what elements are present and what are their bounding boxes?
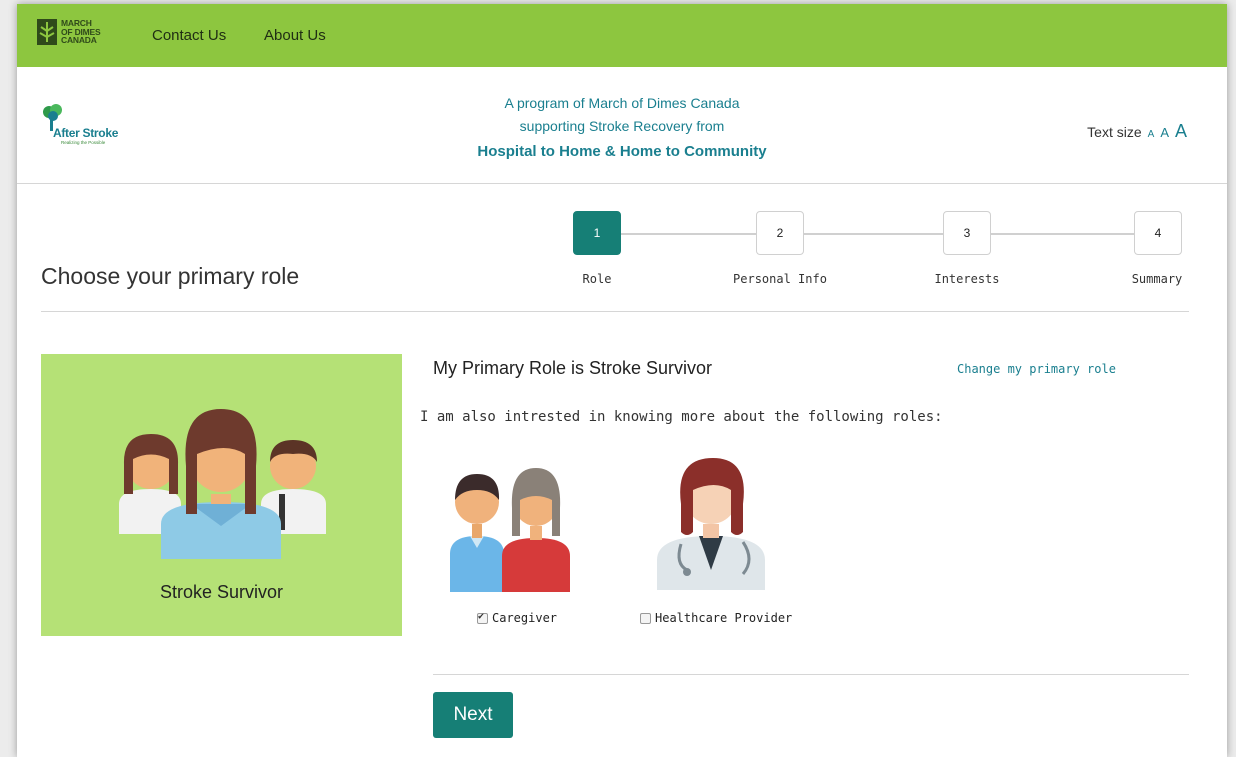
after-stroke-logo[interactable]: After Stroke Realizing the Possible xyxy=(39,103,149,149)
divider-bottom xyxy=(433,674,1189,675)
caregiver-checkbox[interactable] xyxy=(477,611,488,624)
site-header: After Stroke Realizing the Possible A pr… xyxy=(17,67,1227,184)
primary-role-heading: My Primary Role is Stroke Survivor xyxy=(433,358,713,378)
step-3-label: Interests xyxy=(934,272,1000,286)
tagline-line-2: supporting Stroke Recovery from xyxy=(519,118,725,134)
caregiver-option[interactable]: Caregiver xyxy=(477,611,557,625)
divider-top xyxy=(41,311,1189,312)
after-stroke-subtitle: Realizing the Possible xyxy=(61,140,106,145)
stepper-track xyxy=(597,233,1157,235)
primary-role-label: Stroke Survivor xyxy=(159,582,284,602)
march-of-dimes-logo-text: MARCH OF DIMES CANADA xyxy=(61,19,101,45)
healthcare-provider-option[interactable]: Healthcare Provider xyxy=(640,611,792,625)
next-button[interactable]: Next xyxy=(433,692,513,738)
healthcare-provider-checkbox[interactable] xyxy=(640,612,651,624)
text-size-large-button[interactable]: A xyxy=(1175,121,1187,142)
caregiver-illustration-icon[interactable] xyxy=(442,444,582,594)
step-1-label: Role xyxy=(582,272,612,286)
step-4-box[interactable]: 4 xyxy=(1134,211,1182,255)
page-title: Choose your primary role xyxy=(41,263,300,289)
march-of-dimes-logo[interactable]: MARCH OF DIMES CANADA xyxy=(37,19,101,45)
caregiver-label: Caregiver xyxy=(492,611,558,625)
step-2-box[interactable]: 2 xyxy=(756,211,804,255)
step-3-box[interactable]: 3 xyxy=(943,211,991,255)
healthcare-provider-label: Healthcare Provider xyxy=(655,611,793,625)
healthcare-provider-illustration-icon[interactable] xyxy=(651,440,771,590)
march-of-dimes-logo-icon xyxy=(37,19,57,45)
stroke-survivor-avatar-icon xyxy=(119,409,326,559)
primary-role-card[interactable]: Stroke Survivor xyxy=(41,354,402,636)
tagline-line-3: Hospital to Home & Home to Community xyxy=(477,143,767,160)
text-size-label: Text size xyxy=(1087,124,1142,140)
also-interested-text: I am also intrested in knowing more abou… xyxy=(420,409,943,425)
logo-line-3: CANADA xyxy=(61,35,97,46)
text-size-small-button[interactable]: A xyxy=(1148,129,1155,140)
tagline-line-1: A program of March of Dimes Canada xyxy=(504,95,740,111)
page: MARCH OF DIMES CANADA Contact Us About U… xyxy=(17,4,1227,757)
text-size-control: Text size A A A xyxy=(1087,121,1187,142)
top-bar: MARCH OF DIMES CANADA Contact Us About U… xyxy=(17,4,1227,67)
nav-contact-us[interactable]: Contact Us xyxy=(152,27,226,44)
after-stroke-title: After Stroke xyxy=(53,126,119,140)
text-size-medium-button[interactable]: A xyxy=(1160,125,1169,140)
step-1-box[interactable]: 1 xyxy=(573,211,621,255)
step-4-label: Summary xyxy=(1131,272,1183,286)
nav-about-us[interactable]: About Us xyxy=(264,27,326,44)
step-2-label: Personal Info xyxy=(733,272,827,286)
change-primary-role-link[interactable]: Change my primary role xyxy=(957,362,1116,376)
